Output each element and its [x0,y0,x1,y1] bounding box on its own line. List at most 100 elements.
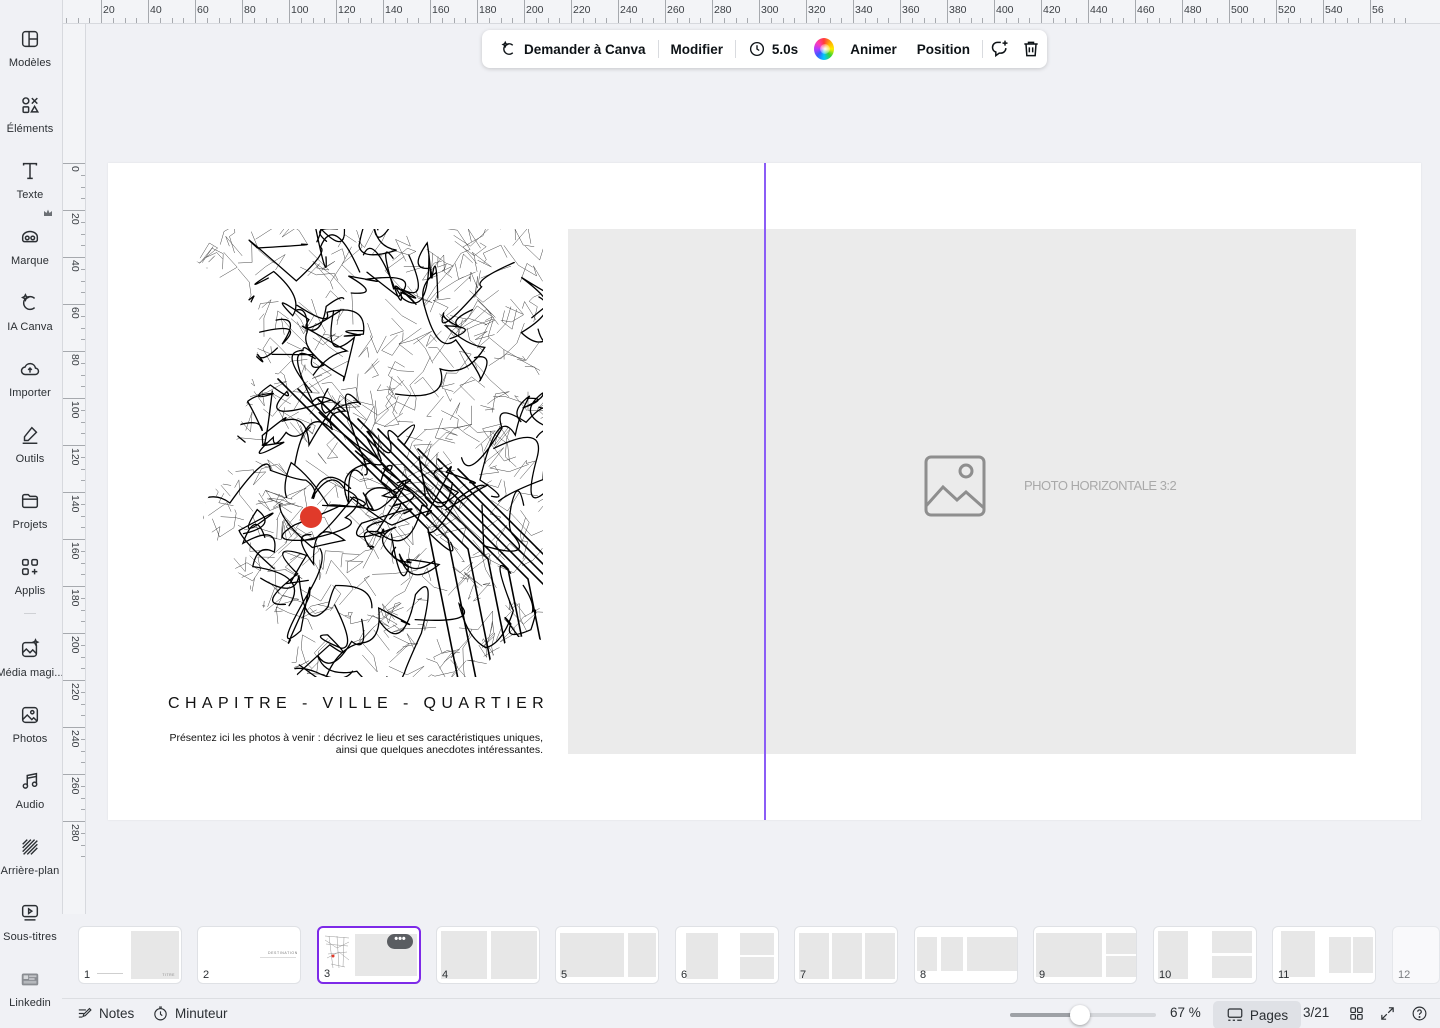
ruler-minor-tick [81,597,85,599]
sidebar-item-tools[interactable]: Outils [0,416,60,476]
ruler-minor-tick [136,18,138,23]
ruler-minor-tick [81,574,85,576]
notes-button[interactable]: Notes [76,1005,134,1022]
map-streets [178,229,543,677]
page-thumbnail-6[interactable]: 6 [675,926,779,984]
page-thumbnail-2[interactable]: DESTINATION 2 [197,926,301,984]
page-thumbnail-4[interactable]: 4 [436,926,540,984]
zoom-slider[interactable] [1010,1005,1156,1025]
page-thumbnail-11[interactable]: 11 [1272,926,1376,984]
ruler-tick [63,727,85,728]
ruler-minor-tick [81,515,85,517]
ruler-minor-tick [1217,18,1219,23]
sidebar-item-elements[interactable]: Éléments [0,86,60,146]
ask-canva-button[interactable]: Demander à Canva [490,34,656,64]
page-number: 6 [681,969,688,981]
photo-placeholder[interactable]: PHOTO HORIZONTALE 3:2 [568,229,1356,754]
sidebar-item-upload[interactable]: Importer [0,350,60,410]
ruler-minor-tick [747,18,749,23]
location-marker[interactable] [300,506,322,528]
sidebar-item-audio[interactable]: Audio [0,762,60,822]
city-map-image[interactable] [178,229,543,677]
sidebar-item-apps[interactable]: Applis [0,548,60,608]
ruler-minor-tick [629,18,631,23]
ruler-tick [63,586,85,587]
page-thumbnail-12[interactable]: 12 [1392,926,1440,984]
help-button[interactable] [1411,1005,1434,1022]
edit-button[interactable]: Modifier [660,34,733,64]
ruler-minor-tick [1264,18,1266,23]
ruler-minor-tick [1193,18,1195,23]
ruler-tick [618,0,619,23]
ruler-minor-tick [81,327,85,329]
page-thumbnail-5[interactable]: 5 [555,926,659,984]
zoom-slider-knob[interactable] [1070,1005,1091,1025]
ruler-minor-tick [81,703,85,705]
ruler-minor-tick [1029,18,1031,23]
ruler-tick-label: 220 [573,4,591,16]
page-thumbnail-3[interactable]: ••• 3 [317,926,421,984]
ruler-tick-label: 140 [69,495,81,513]
ruler-minor-tick [535,18,537,23]
page-counter: 3/21 [1303,1005,1329,1020]
sidebar-item-text[interactable]: Texte [0,152,60,212]
ruler-tick [63,257,85,258]
page-thumbnail-10[interactable]: 10 [1153,926,1257,984]
ruler-tick-label: 240 [620,4,638,16]
pen-icon [22,426,38,444]
sidebar-item-label: Applis [14,585,46,597]
sidebar-item-canva-ai[interactable]: IA Canva [0,284,60,344]
ruler-tick [571,0,572,23]
ruler-minor-tick [970,18,972,23]
duration-button[interactable]: 5.0s [738,34,808,64]
left-sidebar: Modèles Éléments Texte Marque IA Canva I… [0,0,64,1028]
ruler-minor-tick [1311,18,1313,23]
sidebar-item-label: IA Canva [7,321,53,333]
sidebar-item-magic-media[interactable]: Média magi... [0,630,64,690]
page-thumbnail-7[interactable]: 7 [794,926,898,984]
ruler-minor-tick [81,292,85,294]
pages-button[interactable]: Pages [1213,1001,1301,1028]
page-thumbnail-9[interactable]: 9 [1033,926,1137,984]
ruler-minor-tick [81,456,85,458]
ruler-tick-label: 100 [291,4,309,16]
ruler-tick-label: 200 [69,636,81,654]
ruler-minor-tick [312,18,314,23]
sidebar-item-label: Média magi... [0,667,64,679]
more-options-button[interactable]: ••• [387,934,413,949]
ruler-minor-tick [465,18,467,23]
ruler-minor-tick [81,186,85,188]
ruler-tick [101,0,102,23]
sidebar-item-templates[interactable]: Modèles [0,20,60,80]
ruler-minor-tick [688,18,690,23]
page-thumbnail-1[interactable]: TITRE 1 [78,926,182,984]
ruler-minor-tick [81,433,85,435]
page-thumbnails-strip: TITRE 1 DESTINATION 2 ••• 3 4 5 6 7 8 9 … [0,918,1440,990]
chapter-title[interactable]: CHAPITRE - VILLE - QUARTIER [168,695,546,713]
sidebar-item-background[interactable]: Arrière-plan [0,828,60,888]
ruler-minor-tick [911,18,913,23]
grid-view-button[interactable] [1348,1005,1371,1022]
sidebar-item-photos[interactable]: Photos [0,696,60,756]
add-comment-button[interactable] [985,34,1016,64]
ruler-tick-label: 180 [479,4,497,16]
sidebar-item-brand[interactable]: Marque [0,218,60,278]
timer-button[interactable]: Minuteur [152,1005,228,1022]
page-number: 7 [800,969,807,981]
ruler-tick-label: 280 [69,824,81,842]
ruler-minor-tick [606,18,608,23]
color-wheel-icon[interactable] [814,38,835,60]
zoom-level[interactable]: 67 % [1170,1005,1201,1020]
sidebar-item-projects[interactable]: Projets [0,482,60,542]
page-thumbnail-8[interactable]: 8 [914,926,1018,984]
animate-button[interactable]: Animer [840,34,907,64]
ruler-tick [477,0,478,23]
description-text[interactable]: Présentez ici les photos à venir : décri… [168,732,543,756]
position-button[interactable]: Position [907,34,980,64]
ruler-tick-label: 420 [1043,4,1061,16]
fullscreen-button[interactable] [1379,1005,1402,1022]
ruler-tick [63,821,85,822]
ruler-minor-tick [1381,18,1383,23]
delete-button[interactable] [1016,34,1047,64]
page-number: 11 [1278,969,1290,981]
